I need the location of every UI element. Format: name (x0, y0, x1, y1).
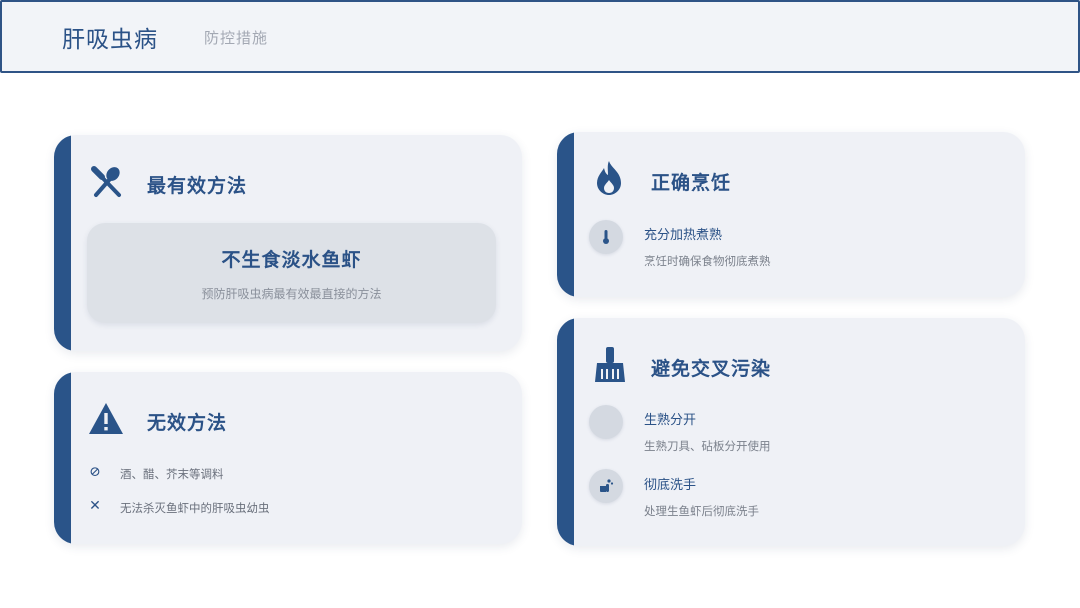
list-item-text: 无法杀灭鱼虾中的肝吸虫幼虫 (120, 501, 270, 515)
hand-wash-icon (589, 469, 623, 503)
item-title: 生熟分开 (644, 413, 697, 428)
highlight-box: 不生食淡水鱼虾 预防肝吸虫病最有效最直接的方法 (87, 223, 496, 323)
warning-icon (89, 403, 123, 434)
item-desc: 生熟刀具、砧板分开使用 (644, 439, 771, 453)
highlight-desc: 预防肝吸虫病最有效最直接的方法 (201, 287, 382, 301)
card-accent-bar (557, 318, 574, 546)
times-icon: ✕ (89, 498, 101, 514)
list-item-text: 酒、醋、芥末等调料 (120, 467, 224, 481)
header: 肝吸虫病 防控措施 (0, 0, 1080, 73)
item-title: 彻底洗手 (644, 478, 697, 493)
card-title: 无效方法 (147, 412, 228, 434)
fire-icon (597, 161, 621, 195)
blank-icon (589, 405, 623, 439)
card-title: 最有效方法 (147, 175, 248, 197)
thermometer-icon (589, 220, 623, 254)
page-title: 肝吸虫病 (62, 27, 158, 53)
ban-icon: ⊘ (89, 464, 101, 480)
card-accent-bar (54, 372, 71, 544)
card-title: 正确烹饪 (651, 172, 732, 194)
card-title: 避免交叉污染 (651, 358, 772, 380)
broom-icon (595, 347, 625, 382)
card-accent-bar (557, 132, 574, 297)
cross-contamination-card: 避免交叉污染 生熟分开 生熟刀具、砧板分开使用 彻底洗手 处理生鱼虾后彻底洗手 (557, 318, 1025, 546)
effective-method-card: 最有效方法 不生食淡水鱼虾 预防肝吸虫病最有效最直接的方法 (54, 135, 522, 351)
item-desc: 烹饪时确保食物彻底煮熟 (644, 254, 771, 268)
utensils-icon (91, 166, 121, 197)
highlight-title: 不生食淡水鱼虾 (221, 249, 362, 271)
card-accent-bar (54, 135, 71, 351)
item-title: 充分加热煮熟 (644, 228, 723, 243)
ineffective-method-card: 无效方法 ⊘ 酒、醋、芥末等调料 ✕ 无法杀灭鱼虾中的肝吸虫幼虫 (54, 372, 522, 544)
correct-cooking-card: 正确烹饪 充分加热煮熟 烹饪时确保食物彻底煮熟 (557, 132, 1025, 297)
page-subtitle: 防控措施 (204, 29, 269, 47)
item-desc: 处理生鱼虾后彻底洗手 (644, 504, 759, 518)
